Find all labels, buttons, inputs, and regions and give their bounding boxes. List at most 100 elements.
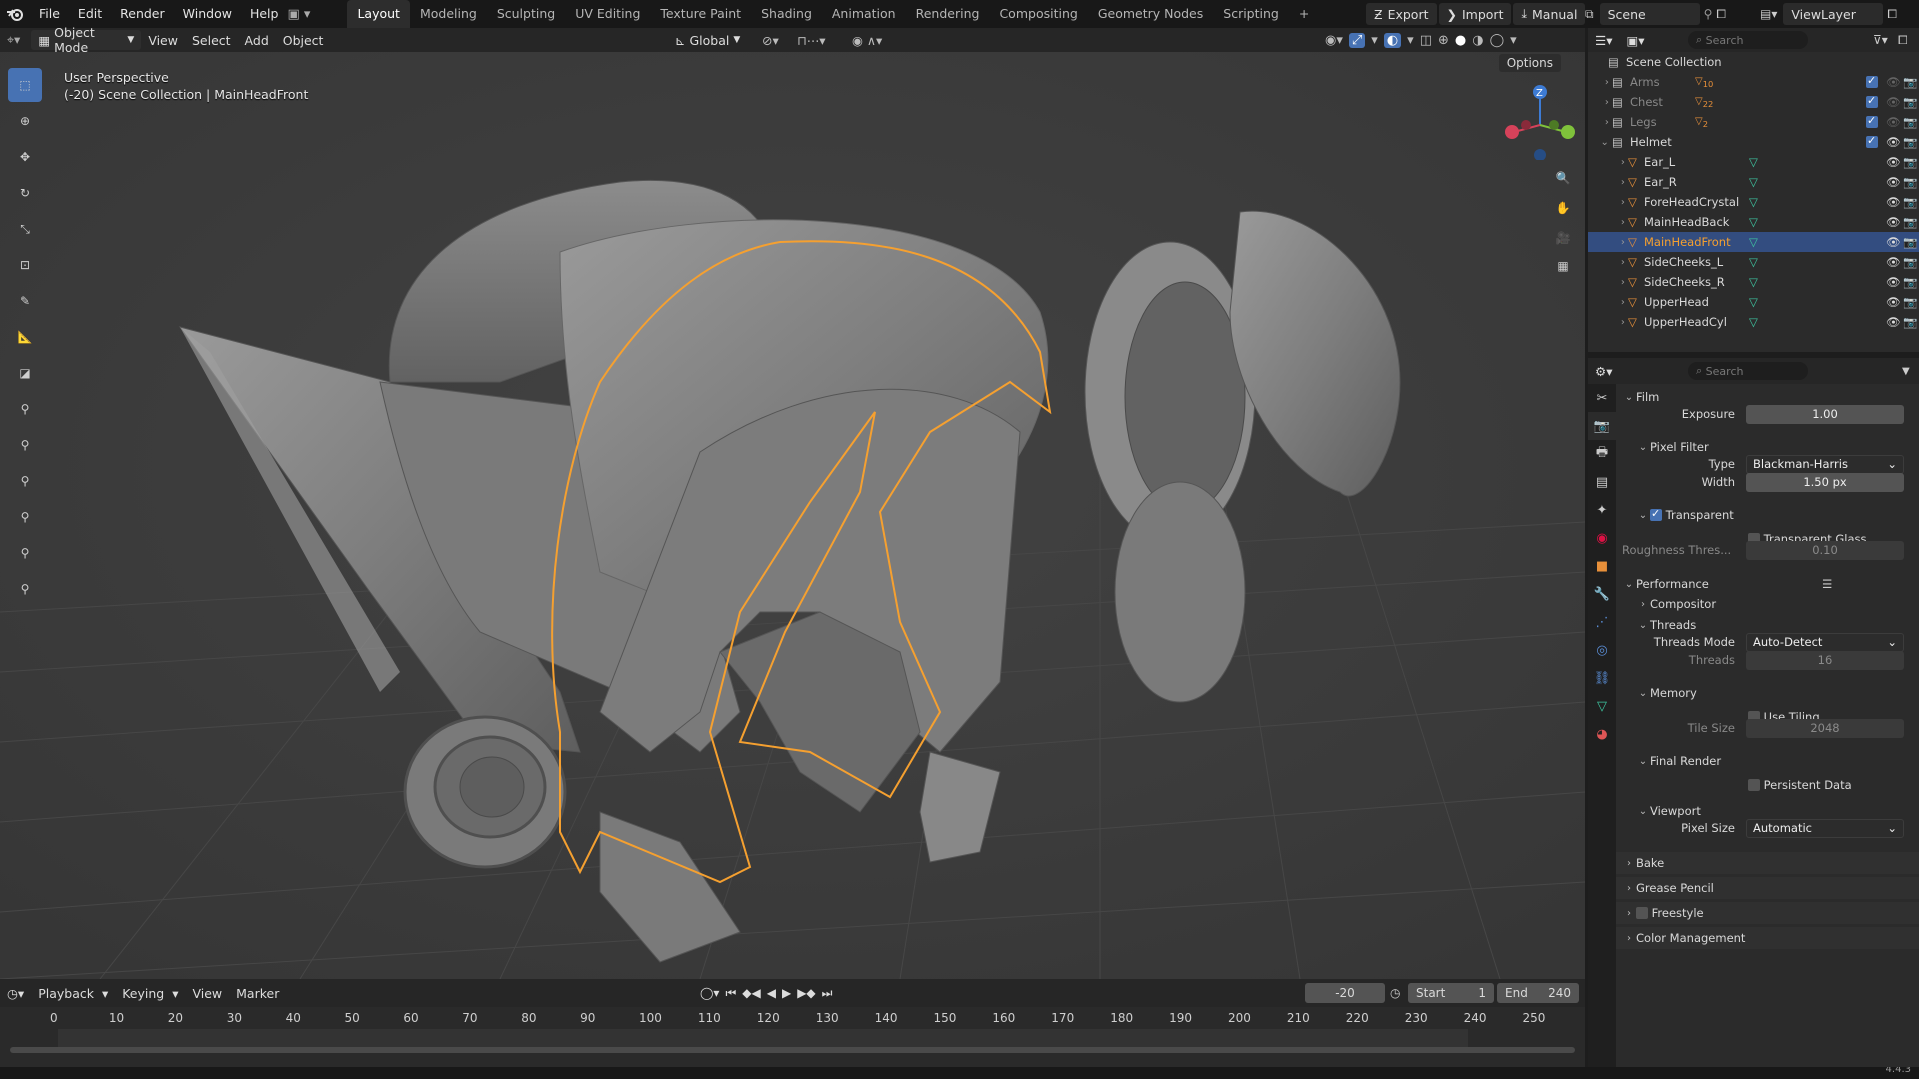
mesh-data-icon[interactable]: ▽ [1749,275,1758,289]
threads-field[interactable]: 16 [1746,650,1904,670]
shading-options-icon[interactable]: ▾ [1510,33,1517,48]
tab-rendering[interactable]: Rendering [906,0,990,28]
chevron-right-icon[interactable]: › [1588,197,1628,208]
exposure-field[interactable]: 1.00 [1746,404,1904,424]
outliner-editor-icon[interactable]: ☰▾ [1588,30,1619,50]
pan-hand-icon[interactable]: ✋ [1549,194,1577,222]
camera-icon[interactable]: 📷 [1903,195,1917,209]
outliner-object-row[interactable]: › ▽ SideCheeks_R ▽ 👁 📷 [1588,272,1919,292]
eye-icon[interactable]: 👁 [1886,115,1901,129]
spin-tool-icon[interactable]: ⚲ [8,572,42,606]
options-button[interactable]: Options [1498,54,1561,72]
tab-sculpting[interactable]: Sculpting [487,0,565,28]
transform-orientation-selector[interactable]: ⊾ Global ▼ [668,30,747,50]
menu-file[interactable]: File [30,0,69,28]
tab-geometry-nodes[interactable]: Geometry Nodes [1088,0,1213,28]
scene-tab-icon[interactable]: ✦ [1588,496,1616,524]
chevron-down-icon[interactable]: ⌄ [1588,137,1612,148]
scale-tool-icon[interactable]: ⤡ [8,212,42,246]
mesh-data-icon[interactable]: ▽ [1749,195,1758,209]
tab-uv-editing[interactable]: UV Editing [565,0,650,28]
current-frame-field[interactable]: -20 [1305,983,1385,1003]
roughness-field[interactable]: 0.10 [1746,540,1904,560]
exclude-checkbox[interactable] [1866,94,1878,108]
mesh-data-icon[interactable]: ▽ [1749,155,1758,169]
tab-scripting[interactable]: Scripting [1213,0,1289,28]
chevron-down-icon[interactable]: ▼ [1902,366,1910,377]
solid-shading-icon[interactable]: ● [1455,33,1466,48]
chevron-right-icon[interactable]: › [1588,177,1628,188]
color-management-panel-header[interactable]: › Color Management [1616,927,1919,949]
pivot-icon[interactable]: ⊘▾ [755,30,786,50]
record-icon[interactable]: ◯▾ [700,986,719,1001]
grease-pencil-panel-header[interactable]: › Grease Pencil [1616,877,1919,899]
eye-icon[interactable]: 👁 [1886,295,1901,309]
transform-tool-icon[interactable]: ⊡ [8,248,42,282]
menu-marker[interactable]: Marker [229,983,286,1003]
display-mode-icon[interactable]: ▣▾ [1619,30,1651,50]
chevron-right-icon[interactable]: › [1588,97,1612,108]
material-tab-icon[interactable]: ◕ [1588,720,1616,748]
camera-icon[interactable]: 📷 [1903,155,1917,169]
import-button[interactable]: ❯ Import [1438,3,1512,25]
outliner-search-input[interactable]: ⌕ Search [1688,31,1808,49]
properties-editor-icon[interactable]: ⚙▾ [1588,361,1619,381]
camera-icon[interactable]: 📷 [1903,295,1917,309]
chevron-right-icon[interactable]: › [1588,77,1612,88]
eye-icon[interactable]: 👁 [1886,235,1901,249]
camera-icon[interactable]: 📷 [1903,235,1917,249]
eye-icon[interactable]: 👁 [1886,135,1901,149]
view-layer-tab-icon[interactable]: ▤ [1588,468,1616,496]
persistent-data-checkbox[interactable] [1748,779,1760,791]
properties-search-input[interactable]: ⌕ Search [1688,362,1808,380]
exclude-checkbox[interactable] [1866,134,1878,148]
outliner-object-row[interactable]: › ▽ SideCheeks_L ▽ 👁 📷 [1588,252,1919,272]
particles-tab-icon[interactable]: ⋰ [1588,608,1616,636]
visibility-icon[interactable]: ◉▾ [1325,33,1343,48]
camera-icon[interactable]: 📷 [1903,255,1917,269]
world-tab-icon[interactable]: ◉ [1588,524,1616,552]
menu-select[interactable]: Select [185,30,238,50]
overlay-icon[interactable]: ◐ [1383,32,1402,48]
camera-icon[interactable]: 📷 [1903,135,1917,149]
timeline-area[interactable]: 0 10 20 30 40 50 60 70 80 90 100 110 120 130 140 150 160… [0,1007,1585,1067]
menu-render[interactable]: Render [111,0,174,28]
outliner-object-row[interactable]: › ▽ UpperHead ▽ 👁 📷 [1588,292,1919,312]
camera-icon[interactable]: 📷 [1903,175,1917,189]
menu-timeline-view[interactable]: View [185,983,229,1003]
tab-shading[interactable]: Shading [751,0,822,28]
view-layer-icon[interactable]: ▤▾ [1760,7,1777,21]
chevron-right-icon[interactable]: › [1588,217,1628,228]
camera-icon[interactable]: 📷 [1903,95,1917,109]
rendered-shading-icon[interactable]: ◯ [1490,33,1505,48]
blender-logo-icon[interactable] [0,6,30,22]
threads-header[interactable]: ⌄ Threads [1636,618,1919,632]
constraints-tab-icon[interactable]: ⛓ [1588,664,1616,692]
chevron-right-icon[interactable]: › [1588,277,1628,288]
camera-view-icon[interactable]: 🎥 [1549,224,1577,252]
tab-modeling[interactable]: Modeling [410,0,487,28]
scene-collection-row[interactable]: ▤ Scene Collection [1588,52,1919,72]
output-tab-icon[interactable]: 🖶 [1588,440,1616,468]
eye-icon[interactable]: 👁 [1886,155,1901,169]
tab-compositing[interactable]: Compositing [989,0,1087,28]
editor-type-icon[interactable]: ⌖▾ [0,30,27,50]
outliner-object-row[interactable]: › ▽ Ear_L ▽ 👁 📷 [1588,152,1919,172]
persistent-data-row[interactable]: Persistent Data [1748,778,1919,792]
chevron-right-icon[interactable]: › [1588,317,1628,328]
transparent-header[interactable]: ⌄ Transparent [1636,507,1919,522]
camera-icon[interactable]: 📷 [1903,215,1917,229]
tab-animation[interactable]: Animation [822,0,906,28]
viewport-subpanel-header[interactable]: ⌄ Viewport [1636,804,1919,818]
snap-icon[interactable]: ⊓⋯▾ [790,30,833,50]
play-icon[interactable]: ▶ [782,986,791,1001]
export-button[interactable]: Ƶ Export [1366,3,1437,25]
menu-add[interactable]: Add [238,30,276,50]
outliner-collection-row[interactable]: ⌄ ▤ Helmet 👁📷 [1588,132,1919,152]
memory-header[interactable]: ⌄ Memory [1636,686,1919,700]
eye-icon[interactable]: 👁 [1886,195,1901,209]
select-box-tool-icon[interactable]: ⬚ [8,68,42,102]
object-tab-icon[interactable]: ■ [1588,552,1616,580]
scene-icon[interactable]: ⧉ [1585,7,1594,22]
modifier-tab-icon[interactable]: 🔧 [1588,580,1616,608]
